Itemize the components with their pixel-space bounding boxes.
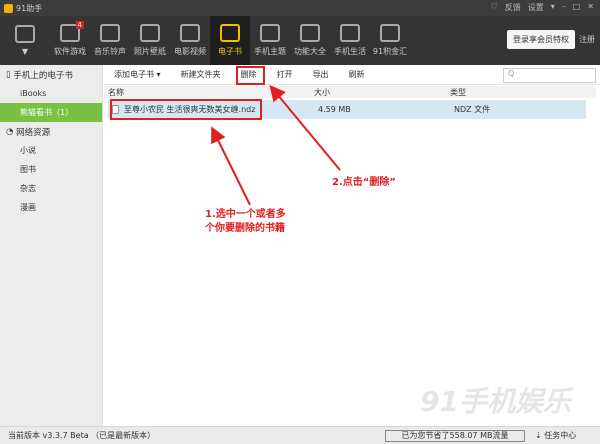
arrow-to-file bbox=[211, 126, 251, 206]
arrow-to-delete bbox=[269, 84, 341, 171]
task-center-button[interactable]: ⇣ 任务中心 bbox=[535, 430, 576, 441]
annotation-step1: 1.选中一个或者多 个你要删除的书籍 bbox=[205, 208, 286, 236]
task-label: 任务中心 bbox=[544, 431, 577, 440]
traffic-saved[interactable]: 已为您节省了558.07 MB流量 bbox=[385, 430, 525, 442]
annotation-arrows bbox=[211, 84, 341, 206]
version-text: 当前版本 v3.3.7 Beta （已是最新版本） bbox=[8, 431, 156, 440]
step1-line2: 个你要删除的书籍 bbox=[205, 223, 285, 234]
annotation-step2: 2.点击“删除” bbox=[332, 177, 396, 188]
step1-line1: 1.选中一个或者多 bbox=[205, 209, 286, 220]
status-bar: 当前版本 v3.3.7 Beta （已是最新版本） 已为您节省了558.07 M… bbox=[0, 426, 600, 444]
